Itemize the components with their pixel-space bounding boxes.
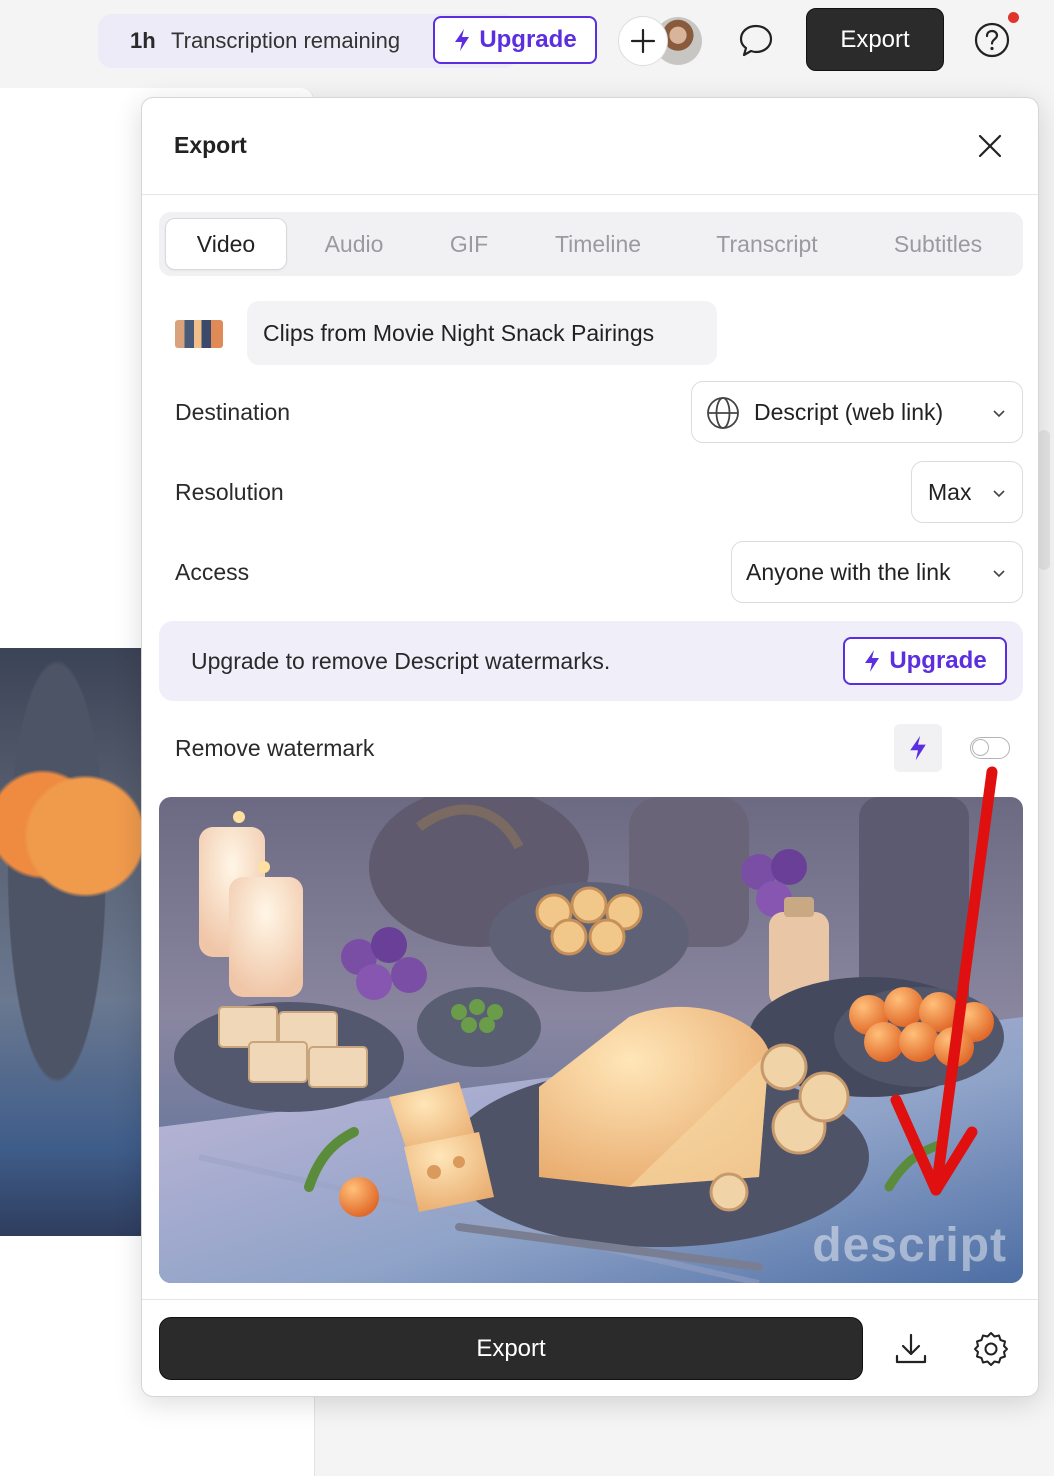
access-select[interactable]: Anyone with the link <box>731 541 1023 603</box>
add-collaborator-button[interactable] <box>618 16 668 66</box>
export-type-tabs: Video Audio GIF Timeline Transcript Subt… <box>159 212 1023 276</box>
watermark-upsell-banner: Upgrade to remove Descript watermarks. U… <box>159 621 1023 701</box>
divider <box>142 1299 1038 1300</box>
chevron-down-icon <box>993 410 1005 418</box>
resolution-label: Resolution <box>175 479 284 505</box>
export-button[interactable]: Export <box>159 1317 863 1380</box>
resolution-value: Max <box>928 479 972 505</box>
upgrade-label: Upgrade <box>889 647 987 674</box>
divider <box>142 194 1038 195</box>
plus-icon <box>630 28 656 54</box>
close-icon[interactable] <box>974 130 1006 162</box>
tab-video[interactable]: Video <box>165 218 287 270</box>
bolt-icon <box>910 735 926 761</box>
export-button-top[interactable]: Export <box>806 8 944 71</box>
upgrade-button-top[interactable]: Upgrade <box>433 16 597 64</box>
top-bar: 1h Transcription remaining Upgrade Expor… <box>0 0 1054 82</box>
preview-watermark: descript <box>812 1219 1007 1272</box>
destination-select[interactable]: Descript (web link) <box>691 381 1023 443</box>
transcription-hours: 1h <box>130 28 156 53</box>
video-preview[interactable]: descript <box>159 797 1023 1283</box>
resolution-select[interactable]: Max <box>911 461 1023 523</box>
tab-gif[interactable]: GIF <box>427 218 511 270</box>
notification-dot <box>1008 12 1019 23</box>
download-icon[interactable] <box>891 1329 931 1369</box>
canvas-video-frame <box>0 648 142 1236</box>
preview-image <box>159 797 1023 1283</box>
chevron-down-icon <box>993 570 1005 578</box>
help-icon[interactable] <box>972 20 1012 60</box>
export-title-field[interactable]: Clips from Movie Night Snack Pairings <box>247 301 717 365</box>
upgrade-label: Upgrade <box>479 26 577 53</box>
destination-value: Descript (web link) <box>754 399 944 425</box>
remove-watermark-toggle[interactable] <box>970 737 1010 759</box>
scrollbar[interactable] <box>1038 430 1050 570</box>
tab-audio[interactable]: Audio <box>303 218 405 270</box>
globe-icon <box>707 397 739 429</box>
access-value: Anyone with the link <box>746 559 951 585</box>
export-panel: Export Video Audio GIF Timeline Transcri… <box>141 97 1039 1397</box>
transcription-label: Transcription remaining <box>171 28 401 53</box>
bolt-icon <box>455 29 470 51</box>
premium-badge <box>894 724 942 772</box>
tab-transcript[interactable]: Transcript <box>691 218 843 270</box>
upgrade-button-banner[interactable]: Upgrade <box>843 637 1007 685</box>
gear-icon[interactable] <box>971 1329 1011 1369</box>
panel-title: Export <box>174 132 247 158</box>
tab-timeline[interactable]: Timeline <box>533 218 663 270</box>
toggle-knob <box>972 739 989 756</box>
tab-subtitles[interactable]: Subtitles <box>871 218 1005 270</box>
composition-thumbnail <box>175 320 223 348</box>
remove-watermark-label: Remove watermark <box>175 735 375 761</box>
chevron-down-icon <box>993 490 1005 498</box>
access-label: Access <box>175 559 250 585</box>
destination-label: Destination <box>175 399 291 425</box>
comment-icon[interactable] <box>736 20 776 60</box>
upsell-text: Upgrade to remove Descript watermarks. <box>191 648 611 674</box>
bolt-icon <box>865 650 880 672</box>
